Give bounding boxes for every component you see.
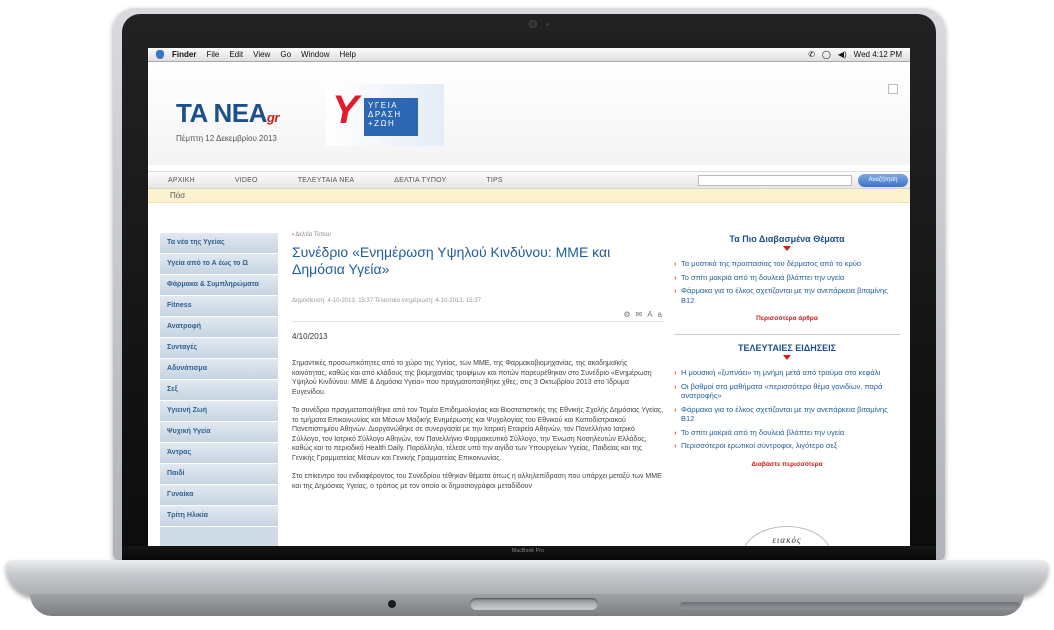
- popular-more-link[interactable]: Περισσότερα άρθρα: [674, 315, 900, 322]
- speaker-vent: [680, 602, 1020, 609]
- menu-view[interactable]: View: [253, 50, 270, 59]
- font-decrease-icon[interactable]: a: [658, 310, 662, 319]
- menu-go[interactable]: Go: [280, 50, 291, 59]
- sidebar-item[interactable]: Υγιεινή Ζωή: [160, 401, 278, 422]
- sidebar-item[interactable]: Fitness: [160, 296, 278, 317]
- right-column: Τα Πιο Διαβασμένα Θέματα Τα μυστικά της …: [674, 234, 900, 546]
- sidebar-item[interactable]: Παιδί: [160, 464, 278, 485]
- breadcrumb[interactable]: › Δελτία Τύπου: [292, 232, 664, 238]
- sidebar-item[interactable]: Υγεία από το Α έως το Ω: [160, 254, 278, 275]
- menu-edit[interactable]: Edit: [229, 50, 243, 59]
- site-header: TA NEAgr Πέμπτη 12 Δεκεμβρίου 2013 Υ ΥΓΕ…: [148, 62, 910, 165]
- banner-line: ΔΡΑΣΗ: [368, 110, 402, 119]
- popular-heading: Τα Πιο Διαβασμένα Θέματα: [729, 234, 845, 244]
- web-page: TA NEAgr Πέμπτη 12 Δεκεμβρίου 2013 Υ ΥΓΕ…: [148, 62, 910, 546]
- article-paragraph: Το συνέδριο πραγματοποιήθηκε από τον Τομ…: [292, 407, 664, 462]
- breadcrumb-label: Δελτία Τύπου: [295, 232, 331, 238]
- menu-finder[interactable]: Finder: [172, 50, 196, 59]
- sidebar: Τα νέα της Υγείας Υγεία από το Α έως το …: [160, 233, 278, 546]
- menu-help[interactable]: Help: [339, 50, 355, 59]
- laptop-scene: Finder File Edit View Go Window Help ✆ ◯…: [0, 0, 1054, 630]
- triangle-down-icon: [783, 246, 791, 251]
- nav-press[interactable]: ΔΕΛΤΙΑ ΤΥΠΟΥ: [394, 177, 446, 184]
- popular-item[interactable]: Τα μυστικά της προστασίας του δέρματος α…: [674, 259, 900, 269]
- popular-item[interactable]: Φάρμακα για το έλκος σχετίζονται με την …: [674, 286, 900, 305]
- banner-line: ΥΓΕΙΑ: [368, 101, 399, 110]
- advertisement-badge[interactable]: ειακός: [742, 526, 832, 546]
- volume-icon[interactable]: ◀): [838, 50, 847, 59]
- banner-logo-letter: Υ: [332, 88, 359, 132]
- site-logo[interactable]: TA NEAgr: [176, 98, 279, 129]
- camera-icon: [529, 20, 537, 28]
- popular-item[interactable]: Το σπίτι μακριά από τη δουλειά βλάπτει τ…: [674, 273, 900, 283]
- sidebar-item[interactable]: Γυναίκα: [160, 485, 278, 506]
- menu-extras: ✆ ◯ ◀) Wed 4:12 PM: [808, 50, 902, 59]
- search-input[interactable]: [698, 175, 852, 186]
- laptop-label: MacBook Pro: [511, 548, 545, 554]
- latest-item[interactable]: Περισσότεροι ερωτικοί σύντροφοι, λιγότερ…: [674, 441, 900, 451]
- latest-item[interactable]: Το σπίτι μακριά από τη δουλειά βλάπτει τ…: [674, 428, 900, 438]
- article-meta: Δημοσίευση: 4-10-2013, 15:37 Τελευταία ε…: [292, 298, 481, 304]
- email-icon[interactable]: ✉: [636, 310, 643, 319]
- sidebar-item[interactable]: Φάρμακα & Συμπληρώματα: [160, 275, 278, 296]
- banner-text-box: ΥΓΕΙΑ ΔΡΑΣΗ +ΖΩΗ: [364, 98, 418, 136]
- article-tools: ⚙ ✉ A a: [292, 310, 664, 322]
- latest-item[interactable]: Οι βαθμοί στα μαθήματα «περισσότερο θέμα…: [674, 382, 900, 401]
- menu-window[interactable]: Window: [301, 50, 329, 59]
- article-paragraph: Στο επίκεντρο του ενδιαφέροντος του Συνε…: [292, 473, 662, 490]
- sidebar-item[interactable]: Τα νέα της Υγείας: [160, 233, 278, 254]
- mac-menu-bar: Finder File Edit View Go Window Help ✆ ◯…: [148, 48, 910, 62]
- logo-suffix: gr: [266, 110, 280, 125]
- sidebar-item[interactable]: Σεξ: [160, 380, 278, 401]
- font-increase-icon[interactable]: A: [647, 310, 652, 319]
- nav-home[interactable]: ΑΡΧΙΚΗ: [168, 177, 195, 184]
- sidebar-item[interactable]: Συνταγές: [160, 338, 278, 359]
- sidebar-item[interactable]: Ψυχική Υγεία: [160, 422, 278, 443]
- nav-tips[interactable]: TIPS: [486, 177, 502, 184]
- menu-file[interactable]: File: [206, 50, 219, 59]
- latch-button[interactable]: [470, 598, 598, 610]
- article: › Δελτία Τύπου Συνέδριο «Ενημέρωση Υψηλο…: [292, 232, 664, 546]
- laptop-base: [6, 560, 1048, 596]
- logo-text: TA NEA: [176, 98, 267, 128]
- latest-more-link[interactable]: Διαβάστε περισσότερα: [674, 461, 900, 468]
- clock[interactable]: Wed 4:12 PM: [854, 50, 902, 59]
- sidebar-item[interactable]: Άντρας: [160, 443, 278, 464]
- health-banner[interactable]: Υ ΥΓΕΙΑ ΔΡΑΣΗ +ΖΩΗ: [326, 84, 444, 146]
- print-icon[interactable]: ⚙: [623, 310, 630, 319]
- article-date: 4/10/2013: [292, 332, 328, 341]
- sidebar-item[interactable]: Ανατροφή: [160, 317, 278, 338]
- banner-line: +ΖΩΗ: [368, 119, 396, 128]
- nav-video[interactable]: VIDEO: [235, 177, 258, 184]
- article-title: Συνέδριο «Ενημέρωση Υψηλού Κινδύνου: ΜΜΕ…: [292, 244, 611, 277]
- search-button[interactable]: Αναζήτηση: [858, 174, 908, 187]
- triangle-down-icon: [783, 355, 791, 360]
- camera-indicator: [546, 23, 549, 26]
- sync-icon[interactable]: ◯: [822, 50, 831, 59]
- latest-heading: ΤΕΛΕΥΤΑΙΕΣ ΕΙΔΗΣΕΙΣ: [737, 343, 837, 353]
- latest-item[interactable]: Φάρμακα για το έλκος σχετίζονται με την …: [674, 405, 900, 424]
- site-date: Πέμπτη 12 Δεκεμβρίου 2013: [176, 134, 277, 143]
- sidebar-item[interactable]: Τρίτη Ηλικία: [160, 506, 278, 527]
- divider: [674, 334, 900, 335]
- close-box[interactable]: [888, 84, 898, 94]
- article-paragraph: Σημαντικές προσωπικότητες από το χώρο τη…: [292, 360, 652, 396]
- sidebar-item[interactable]: Αδυνάτισμα: [160, 359, 278, 380]
- apple-icon[interactable]: [156, 50, 164, 59]
- latest-item[interactable]: Η μουσική «ξυπνάει» τη μνήμη μετά από τρ…: [674, 368, 900, 378]
- screen: Finder File Edit View Go Window Help ✆ ◯…: [148, 48, 910, 546]
- nav-latest[interactable]: ΤΕΛΕΥΤΑΙΑ ΝΕΑ: [298, 177, 355, 184]
- phone-icon[interactable]: ✆: [808, 50, 815, 59]
- chevron-right-icon: ›: [292, 232, 294, 238]
- sub-nav[interactable]: Πόσ: [148, 189, 910, 203]
- sleep-indicator-icon: [388, 600, 396, 608]
